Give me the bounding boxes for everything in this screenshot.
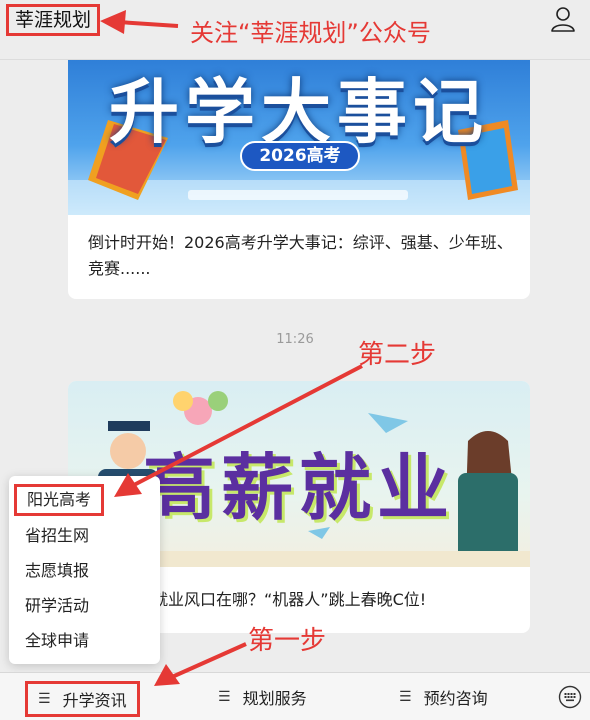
follow-annotation: 关注“莘涯规划”公众号 [190, 19, 431, 47]
article-banner-1: 升学大事记 2026高考 [68, 60, 530, 215]
submenu-popup: 阳光高考 省招生网 志愿填报 研学活动 全球申请 [9, 476, 160, 664]
message-timestamp: 11:26 [276, 332, 314, 347]
step-two-annotation: 第二步 [358, 340, 437, 370]
tab-label: 预约咨询 [423, 689, 488, 708]
submenu-item-yangguang-gaokao[interactable]: 阳光高考 [14, 484, 105, 516]
hamburger-icon: ☰ [218, 689, 231, 705]
tab-label: 规划服务 [242, 689, 307, 708]
keyboard-icon[interactable] [558, 685, 582, 709]
tab-label: 升学资讯 [62, 691, 127, 710]
submenu-item-provincial-admissions[interactable]: 省招生网 [25, 524, 89, 548]
banner-badge: 2026高考 [240, 141, 360, 171]
step-one-annotation: 第一步 [248, 626, 327, 656]
submenu-item-application-filling[interactable]: 志愿填报 [25, 559, 89, 583]
article-summary-1: 倒计时开始！2026高考升学大事记：综评、强基、少年班、竞赛...... [88, 233, 513, 278]
submenu-item-global-application[interactable]: 全球申请 [25, 629, 89, 653]
bottom-menu-bar: ☰ 升学资讯 ☰ 规划服务 ☰ 预约咨询 [0, 672, 590, 720]
tab-planning-services[interactable]: ☰ 规划服务 [218, 673, 307, 720]
account-name[interactable]: 莘涯规划 [6, 4, 101, 36]
article-card-1[interactable]: 升学大事记 2026高考 倒计时开始！2026高考升学大事记：综评、强基、少年班… [68, 60, 530, 299]
hamburger-icon: ☰ [399, 689, 412, 705]
submenu-item-study-tours[interactable]: 研学活动 [25, 594, 89, 618]
top-bar: 莘涯规划 关注“莘涯规划”公众号 [0, 0, 590, 60]
tab-book-consultation[interactable]: ☰ 预约咨询 [399, 673, 488, 720]
hamburger-icon: ☰ [38, 691, 51, 707]
tab-study-news[interactable]: ☰ 升学资讯 [25, 681, 140, 717]
person-icon[interactable] [548, 4, 578, 34]
